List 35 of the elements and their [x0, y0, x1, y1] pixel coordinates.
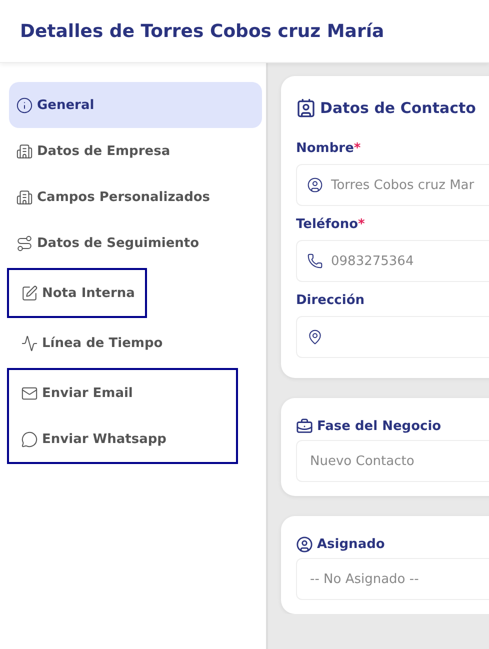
info-icon: [16, 96, 33, 114]
select-field[interactable]: -- No Asignado --: [296, 558, 489, 600]
field-label: Teléfono*: [296, 217, 366, 232]
sidebar-item[interactable]: Línea de Tiempo: [9, 320, 173, 366]
mail-icon: [21, 384, 38, 402]
phone-icon: [307, 253, 323, 269]
line-chart-icon: [21, 334, 38, 352]
user-icon: [307, 177, 323, 193]
building-icon: [16, 188, 33, 206]
page-title: Detalles de Torres Cobos cruz María: [20, 20, 384, 42]
card-title: Fase del Negocio: [317, 419, 442, 434]
user-icon: [296, 536, 313, 553]
input-field[interactable]: 0983275364: [296, 240, 489, 282]
input-field[interactable]: Torres Cobos cruz Mar: [296, 164, 489, 206]
sidebar-item[interactable]: Nota Interna: [9, 270, 145, 316]
required-asterisk: *: [358, 217, 365, 232]
location-pin-icon: [307, 329, 323, 345]
building-icon: [16, 142, 33, 160]
input-field[interactable]: [296, 316, 489, 358]
select-field[interactable]: Nuevo Contacto: [296, 440, 489, 482]
card-title: Asignado: [317, 537, 385, 552]
sidebar-item[interactable]: Datos de Empresa: [9, 128, 262, 174]
required-asterisk: *: [354, 141, 361, 156]
card-title: Datos de Contacto: [320, 99, 476, 117]
contact-card-icon: [296, 98, 316, 118]
sidebar-item[interactable]: General: [9, 82, 262, 128]
field-label: Nombre*: [296, 141, 362, 156]
chat-icon: [21, 430, 38, 448]
edit-icon: [21, 284, 38, 302]
sidebar-item[interactable]: Enviar Email: [9, 370, 176, 416]
field-label: Dirección: [296, 293, 366, 308]
sidebar-item[interactable]: Datos de Seguimiento: [9, 220, 262, 266]
sidebar-item[interactable]: Campos Personalizados: [9, 174, 262, 220]
route-icon: [16, 234, 33, 252]
sidebar-item[interactable]: Enviar Whatsapp: [9, 416, 176, 462]
